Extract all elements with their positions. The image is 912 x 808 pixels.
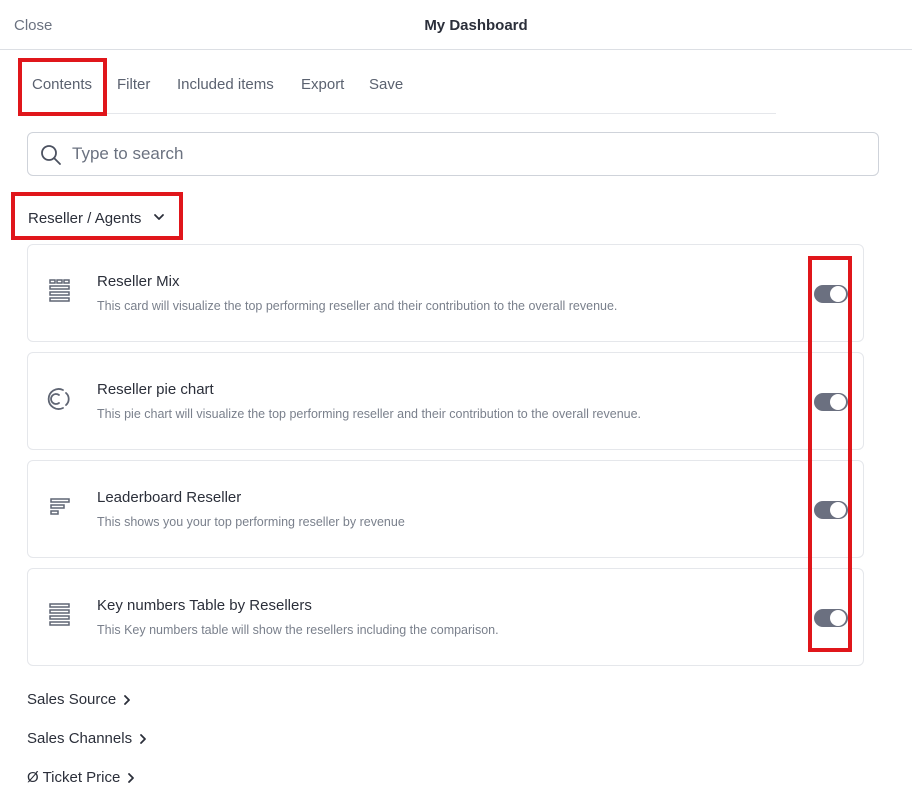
card-description: This pie chart will visualize the top pe… (97, 407, 642, 421)
toggle-knob (830, 394, 846, 410)
chevron-right-icon (140, 734, 146, 744)
toggle-switch-key-numbers-table[interactable] (814, 609, 848, 627)
page-title: My Dashboard (424, 17, 528, 34)
card-title: Key numbers Table by Resellers (97, 597, 312, 614)
section-sales-channels[interactable]: Sales Channels (27, 730, 148, 747)
group-label: Reseller / Agents (28, 210, 142, 227)
leaderboard-icon (50, 498, 70, 515)
toggle-switch-reseller-pie-chart[interactable] (814, 393, 848, 411)
section-sales-source[interactable]: Sales Source (27, 691, 132, 708)
content-card-key-numbers-table: Key numbers Table by Resellers This Key … (27, 568, 864, 666)
search-input[interactable] (72, 141, 852, 167)
section-label: Sales Channels (27, 730, 133, 747)
tab-included-items[interactable]: Included items (177, 76, 274, 93)
section-label: Sales Source (27, 691, 117, 708)
section-label: Ø Ticket Price (27, 769, 121, 786)
toggle-switch-leaderboard-reseller[interactable] (814, 501, 848, 519)
card-description: This shows you your top performing resel… (97, 515, 405, 529)
content-card-reseller-pie-chart: Reseller pie chart This pie chart will v… (27, 352, 864, 450)
search-icon (41, 145, 61, 165)
card-description: This card will visualize the top perform… (97, 299, 618, 313)
card-description: This Key numbers table will show the res… (97, 623, 499, 637)
section-ticket-price[interactable]: Ø Ticket Price (27, 769, 136, 786)
toggle-knob (830, 610, 846, 626)
card-title: Leaderboard Reseller (97, 489, 242, 506)
toggle-knob (830, 286, 846, 302)
tab-filter[interactable]: Filter (117, 76, 150, 93)
card-title: Reseller Mix (97, 273, 180, 290)
toggle-switch-reseller-mix[interactable] (814, 285, 848, 303)
header-bar: Close My Dashboard (0, 0, 912, 50)
tab-contents[interactable]: Contents (32, 76, 92, 93)
tab-save[interactable]: Save (369, 76, 403, 93)
group-toggle-reseller-agents[interactable]: Reseller / Agents (11, 192, 183, 240)
card-title: Reseller pie chart (97, 381, 214, 398)
pie-chart-icon (47, 388, 70, 410)
content-card-reseller-mix: Reseller Mix This card will visualize th… (27, 244, 864, 342)
chevron-down-icon (154, 214, 164, 220)
chevron-right-icon (128, 773, 135, 783)
tab-bar: Contents Filter Included items Export Sa… (18, 58, 776, 116)
content-card-leaderboard-reseller: Leaderboard Reseller This shows you your… (27, 460, 864, 558)
chevron-right-icon (124, 695, 131, 705)
tab-export[interactable]: Export (301, 76, 344, 93)
table-rows-icon (49, 603, 70, 626)
search-box (27, 132, 879, 176)
toggle-knob (830, 502, 846, 518)
table-grid-icon (49, 279, 70, 302)
